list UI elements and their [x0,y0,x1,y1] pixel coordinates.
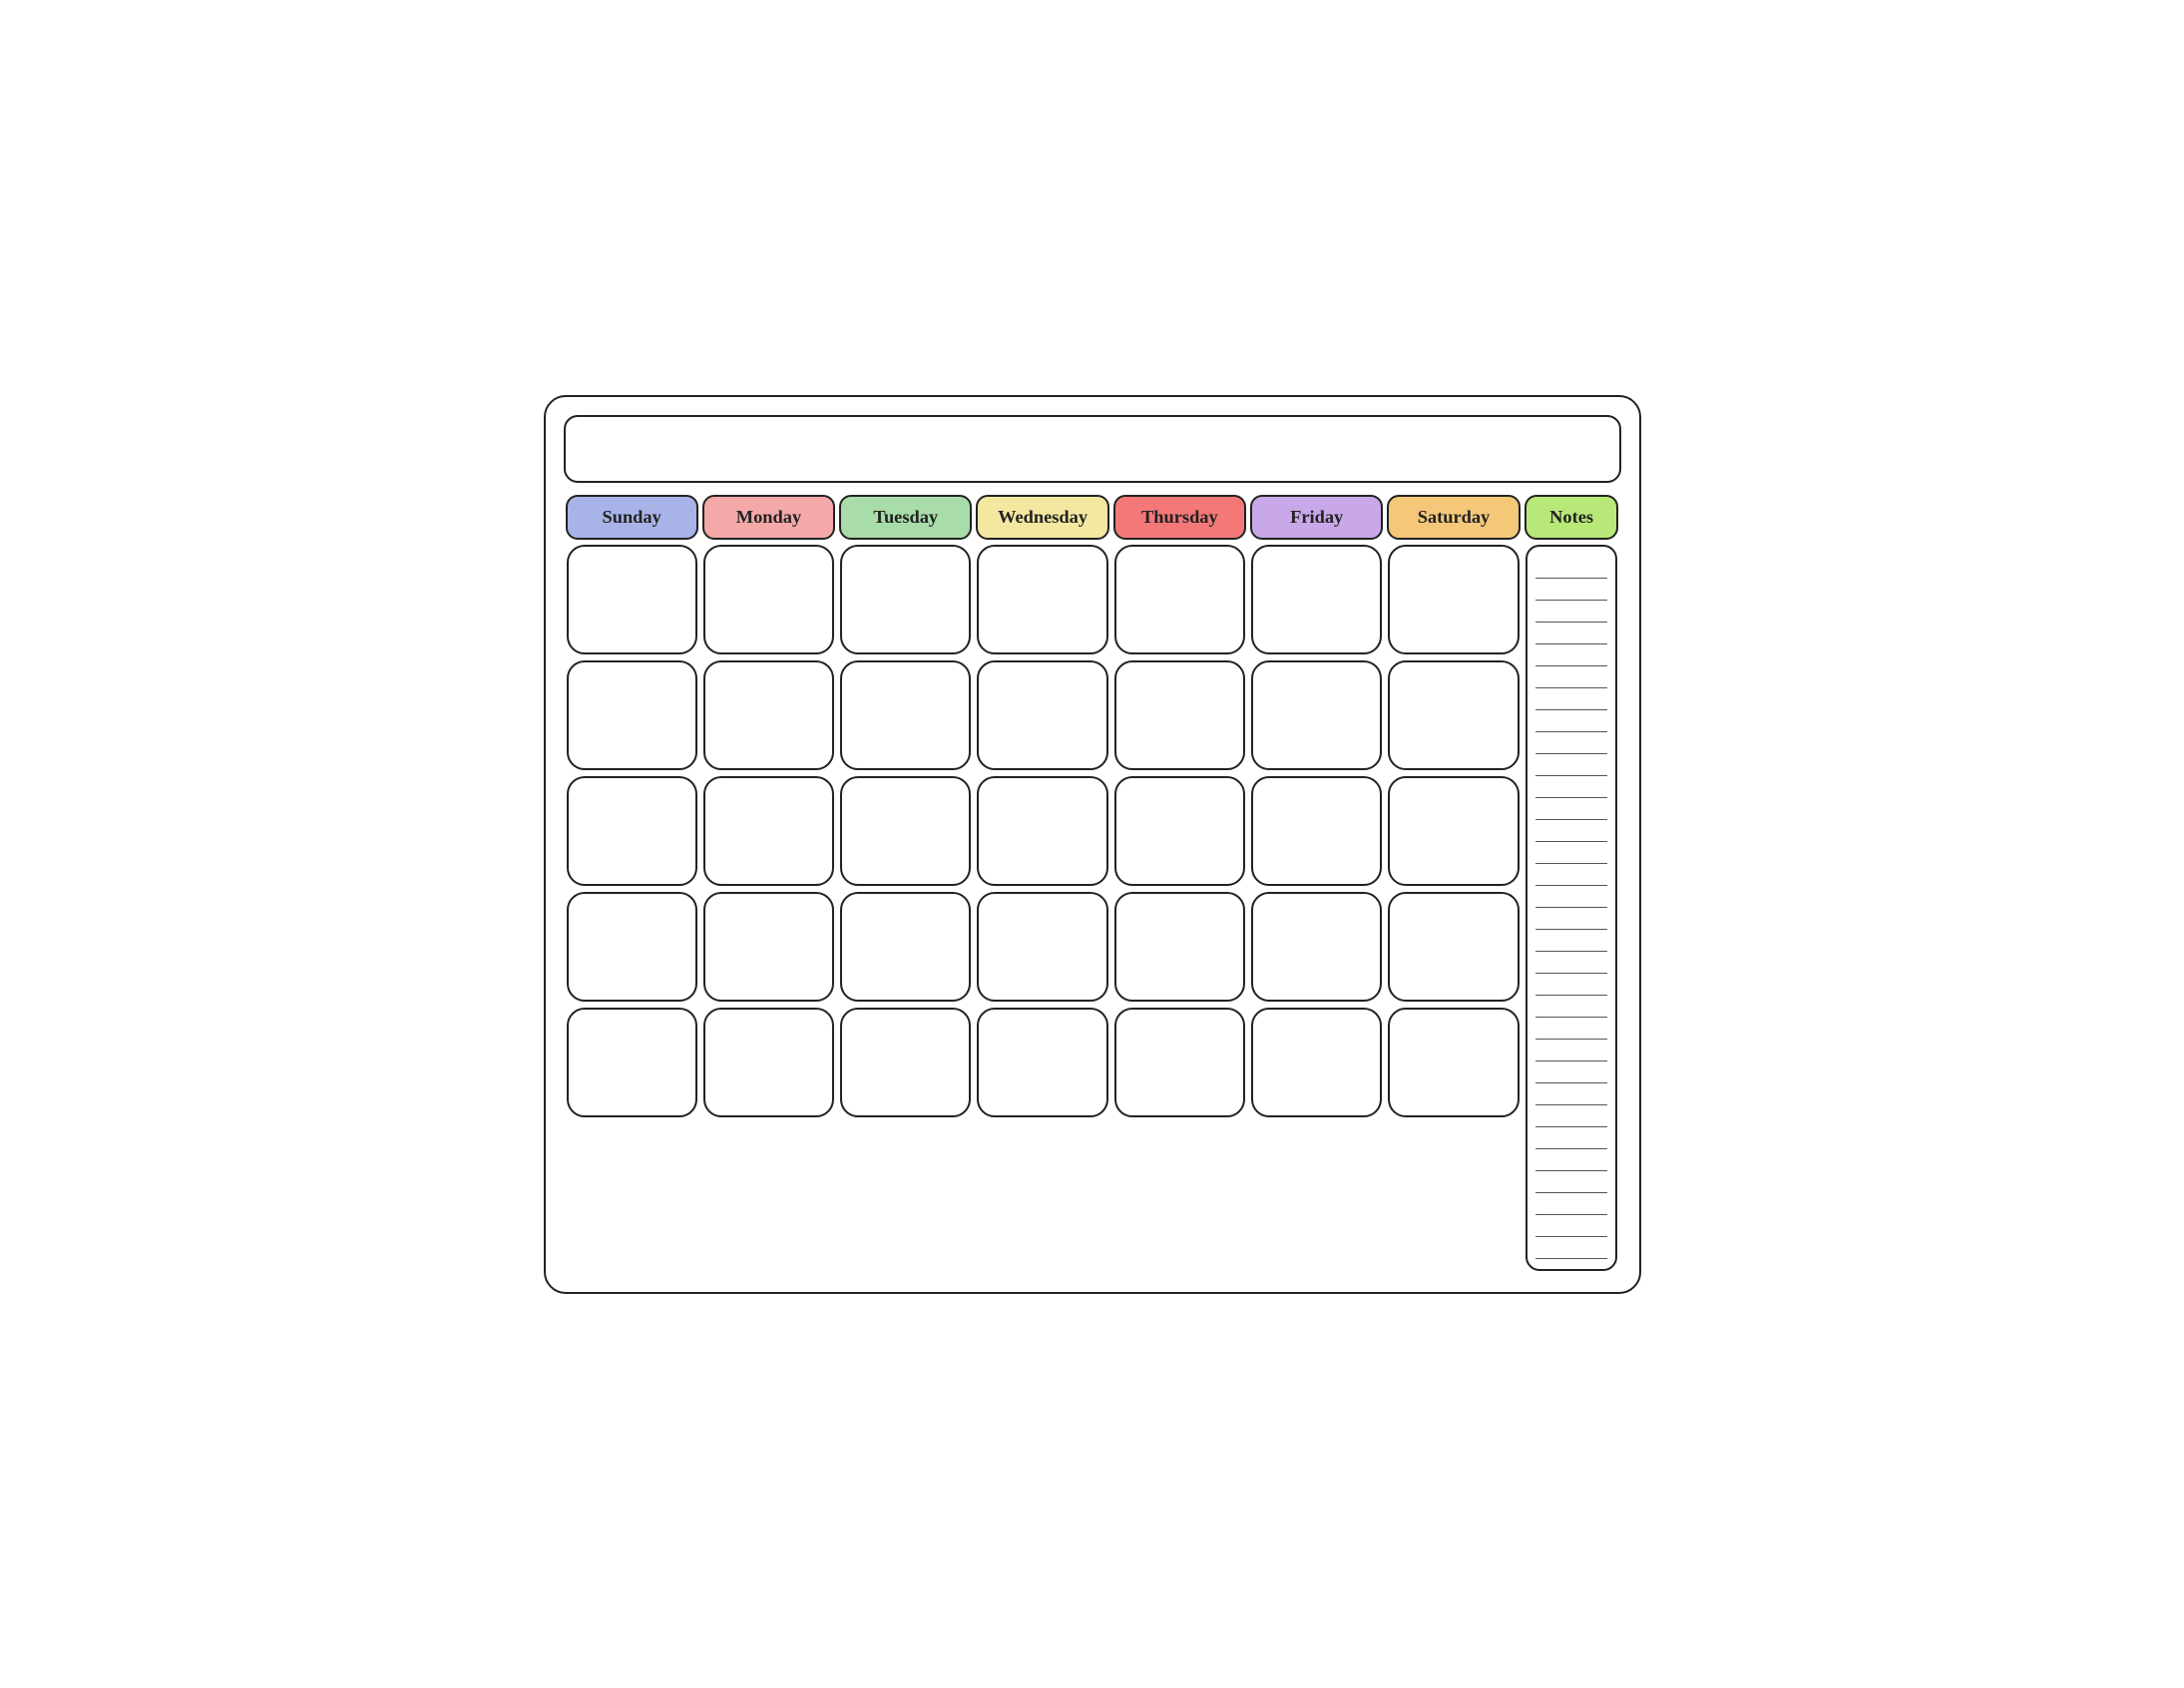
cell-r4c6[interactable] [1251,892,1382,1002]
cell-r5c7[interactable] [1388,1008,1519,1117]
cell-r2c4[interactable] [977,660,1107,770]
header-sunday: Sunday [566,495,698,540]
header-monday: Monday [702,495,835,540]
notes-line [1535,579,1608,601]
header-thursday: Thursday [1113,495,1246,540]
notes-line [1535,798,1608,820]
notes-line [1535,1215,1608,1237]
notes-line [1535,908,1608,930]
header-notes: Notes [1525,495,1619,540]
cell-r3c5[interactable] [1114,776,1245,886]
notes-line [1535,754,1608,776]
cell-r4c3[interactable] [840,892,971,1002]
cell-r1c4[interactable] [977,545,1107,654]
notes-line [1535,1193,1608,1215]
cell-r1c5[interactable] [1114,545,1245,654]
cell-r2c6[interactable] [1251,660,1382,770]
notes-line [1535,644,1608,666]
notes-line [1535,1061,1608,1083]
notes-line [1535,842,1608,864]
notes-line [1535,688,1608,710]
notes-section[interactable] [1526,545,1618,1271]
notes-line [1535,1040,1608,1061]
notes-line [1535,601,1608,623]
notes-line [1535,1171,1608,1193]
cell-r1c7[interactable] [1388,545,1519,654]
cell-r4c1[interactable] [567,892,697,1002]
cell-r2c7[interactable] [1388,660,1519,770]
notes-line [1535,974,1608,996]
cell-r2c2[interactable] [703,660,834,770]
notes-line [1535,776,1608,798]
cell-r3c2[interactable] [703,776,834,886]
cell-r1c2[interactable] [703,545,834,654]
cell-r5c4[interactable] [977,1008,1107,1117]
notes-line [1535,952,1608,974]
cell-r1c6[interactable] [1251,545,1382,654]
cell-r3c4[interactable] [977,776,1107,886]
cell-r1c3[interactable] [840,545,971,654]
notes-line [1535,557,1608,579]
cell-r5c6[interactable] [1251,1008,1382,1117]
cell-r3c1[interactable] [567,776,697,886]
cell-r5c1[interactable] [567,1008,697,1117]
calendar-grid: Sunday Monday Tuesday Wednesday Thursday… [564,493,1621,1274]
notes-line [1535,820,1608,842]
notes-line [1535,710,1608,732]
notes-line [1535,666,1608,688]
notes-line [1535,930,1608,952]
notes-line [1535,864,1608,886]
notes-line [1535,886,1608,908]
cell-r4c5[interactable] [1114,892,1245,1002]
cell-r2c5[interactable] [1114,660,1245,770]
cell-r4c7[interactable] [1388,892,1519,1002]
header-saturday: Saturday [1387,495,1520,540]
cell-r2c1[interactable] [567,660,697,770]
cell-r5c2[interactable] [703,1008,834,1117]
cell-r3c6[interactable] [1251,776,1382,886]
cell-r3c7[interactable] [1388,776,1519,886]
cell-r4c4[interactable] [977,892,1107,1002]
notes-line [1535,1083,1608,1105]
title-bar[interactable] [564,415,1621,483]
cell-r4c2[interactable] [703,892,834,1002]
notes-line [1535,1127,1608,1149]
cell-r1c1[interactable] [567,545,697,654]
header-wednesday: Wednesday [976,495,1108,540]
cell-r3c3[interactable] [840,776,971,886]
notes-line [1535,1018,1608,1040]
calendar-wrapper: Sunday Monday Tuesday Wednesday Thursday… [544,395,1641,1294]
cell-r2c3[interactable] [840,660,971,770]
notes-line [1535,732,1608,754]
cell-r5c5[interactable] [1114,1008,1245,1117]
notes-line [1535,1105,1608,1127]
notes-line [1535,1149,1608,1171]
notes-line [1535,996,1608,1018]
header-friday: Friday [1250,495,1383,540]
notes-line [1535,623,1608,644]
notes-line [1535,1237,1608,1259]
cell-r5c3[interactable] [840,1008,971,1117]
header-tuesday: Tuesday [839,495,972,540]
